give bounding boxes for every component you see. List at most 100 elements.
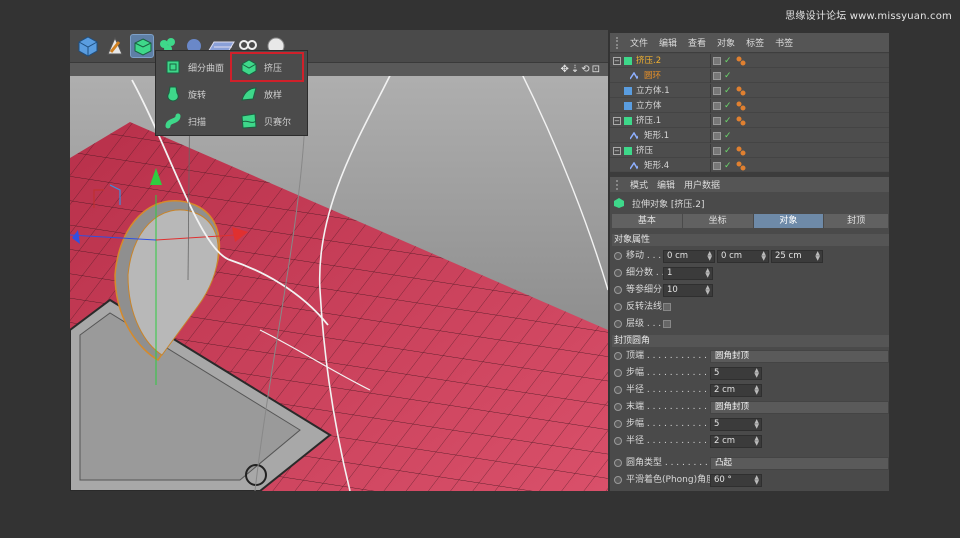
object-row-cube[interactable]: 立方体 ✓ — [610, 99, 889, 113]
animate-radio[interactable] — [614, 320, 622, 328]
layer-tag[interactable] — [713, 87, 721, 95]
animate-radio[interactable] — [614, 437, 622, 445]
object-row-extrude-2[interactable]: − 挤压.2 ✓ — [610, 54, 889, 68]
steps-2-field[interactable]: 5 ▲ ▼ — [710, 418, 762, 431]
menu-edit[interactable]: 编辑 — [659, 36, 677, 49]
layer-tag[interactable] — [713, 102, 721, 110]
tab-object[interactable]: 对象 — [753, 214, 824, 228]
cube-tool-button[interactable] — [76, 34, 100, 58]
grip-handle[interactable] — [616, 36, 624, 49]
attribute-title: 拉伸对象 [挤压.2] — [610, 193, 889, 213]
object-row-rectangle-1[interactable]: 矩形.1 ✓ — [610, 129, 889, 143]
menu-edit[interactable]: 编辑 — [657, 178, 675, 191]
collapse-toggle[interactable]: − — [613, 57, 621, 65]
enabled-check-icon[interactable]: ✓ — [724, 115, 732, 127]
animate-radio[interactable] — [614, 420, 622, 428]
screenshot-frame: 思缘设计论坛 www.missyuan.com ✥⇣⟲⊡ 细分曲面 挤压 旋转 … — [0, 0, 960, 538]
enabled-check-icon[interactable]: ✓ — [724, 145, 732, 157]
menu-tags[interactable]: 标签 — [746, 36, 764, 49]
object-row-rectangle-4[interactable]: 矩形.4 ✓ — [610, 159, 889, 173]
pen-tool-button[interactable] — [103, 34, 127, 58]
menu-object[interactable]: 对象 — [717, 36, 735, 49]
menu-item-sweep[interactable]: 扫描 — [158, 109, 230, 133]
enabled-check-icon[interactable]: ✓ — [724, 100, 732, 112]
enabled-check-icon[interactable]: ✓ — [724, 70, 732, 82]
menu-bookmarks[interactable]: 书签 — [775, 36, 793, 49]
enabled-check-icon[interactable]: ✓ — [724, 130, 732, 142]
layer-tag[interactable] — [713, 117, 721, 125]
prop-end-cap: 末端 . . . . . . . . . . . . . 圆角封顶 — [610, 399, 889, 415]
radius-2-field[interactable]: 2 cm ▲ ▼ — [710, 435, 762, 448]
isoparm-field[interactable]: 10 ▲ ▼ — [663, 284, 713, 297]
collapse-toggle[interactable]: − — [613, 117, 621, 125]
tab-caps[interactable]: 封顶 — [824, 214, 889, 228]
move-x-field[interactable]: 0 cm ▲ ▼ — [663, 250, 715, 263]
layer-tag[interactable] — [713, 72, 721, 80]
spline-icon — [630, 162, 638, 170]
grip-handle[interactable] — [616, 179, 624, 190]
object-row-cube-1[interactable]: 立方体.1 ✓ — [610, 84, 889, 98]
collapse-toggle[interactable]: − — [613, 147, 621, 155]
menu-view[interactable]: 查看 — [688, 36, 706, 49]
tab-basic[interactable]: 基本 — [612, 214, 682, 228]
material-tag-icon[interactable] — [736, 101, 746, 111]
attribute-manager-menubar: 模式 编辑 用户数据 — [610, 177, 889, 192]
radius-1-field[interactable]: 2 cm ▲ ▼ — [710, 384, 762, 397]
highlight-extrude — [230, 52, 304, 82]
viewport-menubar: ✥⇣⟲⊡ — [70, 63, 608, 76]
menu-item-loft[interactable]: 放样 — [234, 82, 306, 106]
flip-normals-checkbox[interactable] — [663, 303, 671, 311]
layer-tag[interactable] — [713, 162, 721, 170]
spline-icon — [630, 72, 638, 80]
start-cap-dropdown[interactable]: 圆角封顶 — [710, 350, 889, 363]
extrude-icon — [614, 198, 624, 208]
animate-radio[interactable] — [614, 403, 622, 411]
material-tag-icon[interactable] — [736, 146, 746, 156]
move-z-field[interactable]: 25 cm ▲ ▼ — [771, 250, 823, 263]
viewport-3d[interactable]: ✥⇣⟲⊡ — [70, 30, 608, 491]
animate-radio[interactable] — [614, 269, 622, 277]
animate-radio[interactable] — [614, 459, 622, 467]
enabled-check-icon[interactable]: ✓ — [724, 55, 732, 67]
subdivision-field[interactable]: 1 ▲ ▼ — [663, 267, 713, 280]
menu-item-subdivision-surface[interactable]: 细分曲面 — [158, 55, 230, 79]
move-y-field[interactable]: 0 cm ▲ ▼ — [717, 250, 769, 263]
material-tag-icon[interactable] — [736, 116, 746, 126]
menu-item-lathe[interactable]: 旋转 — [158, 82, 230, 106]
prop-steps-1: 步幅 . . . . . . . . . . . . . 5 ▲ ▼ — [610, 365, 889, 381]
animate-radio[interactable] — [614, 303, 622, 311]
animate-radio[interactable] — [614, 386, 622, 394]
hierarchical-checkbox[interactable] — [663, 320, 671, 328]
menu-item-bezier[interactable]: 贝赛尔 — [234, 109, 306, 133]
object-row-circle[interactable]: 圆环 ✓ — [610, 69, 889, 83]
object-row-extrude[interactable]: − 挤压 ✓ — [610, 144, 889, 158]
layer-tag[interactable] — [713, 147, 721, 155]
animate-radio[interactable] — [614, 352, 622, 360]
viewport-nav-icons[interactable]: ✥⇣⟲⊡ — [560, 63, 602, 76]
end-cap-dropdown[interactable]: 圆角封顶 — [710, 401, 889, 414]
material-tag-icon[interactable] — [736, 56, 746, 66]
generator-tool-button[interactable] — [130, 34, 154, 58]
fillet-type-dropdown[interactable]: 凸起 — [710, 457, 889, 470]
layer-tag[interactable] — [713, 57, 721, 65]
enabled-check-icon[interactable]: ✓ — [724, 160, 732, 172]
animate-radio[interactable] — [614, 476, 622, 484]
prop-fillet-type: 圆角类型 . . . . . . . . . . 凸起 — [610, 455, 889, 471]
material-tag-icon[interactable] — [736, 86, 746, 96]
pen-icon — [107, 36, 123, 55]
object-row-extrude-1[interactable]: − 挤压.1 ✓ — [610, 114, 889, 128]
steps-1-field[interactable]: 5 ▲ ▼ — [710, 367, 762, 380]
animate-radio[interactable] — [614, 252, 622, 260]
layer-tag[interactable] — [713, 132, 721, 140]
material-tag-icon[interactable] — [736, 161, 746, 171]
tab-coordinates[interactable]: 坐标 — [682, 214, 753, 228]
main-toolbar — [70, 30, 608, 63]
phong-angle-field[interactable]: 60 ° ▲ ▼ — [710, 474, 762, 487]
menu-user-data[interactable]: 用户数据 — [684, 178, 720, 191]
menu-file[interactable]: 文件 — [630, 36, 648, 49]
enabled-check-icon[interactable]: ✓ — [724, 85, 732, 97]
animate-radio[interactable] — [614, 369, 622, 377]
animate-radio[interactable] — [614, 286, 622, 294]
bezier-icon — [241, 113, 257, 129]
menu-mode[interactable]: 模式 — [630, 178, 648, 191]
